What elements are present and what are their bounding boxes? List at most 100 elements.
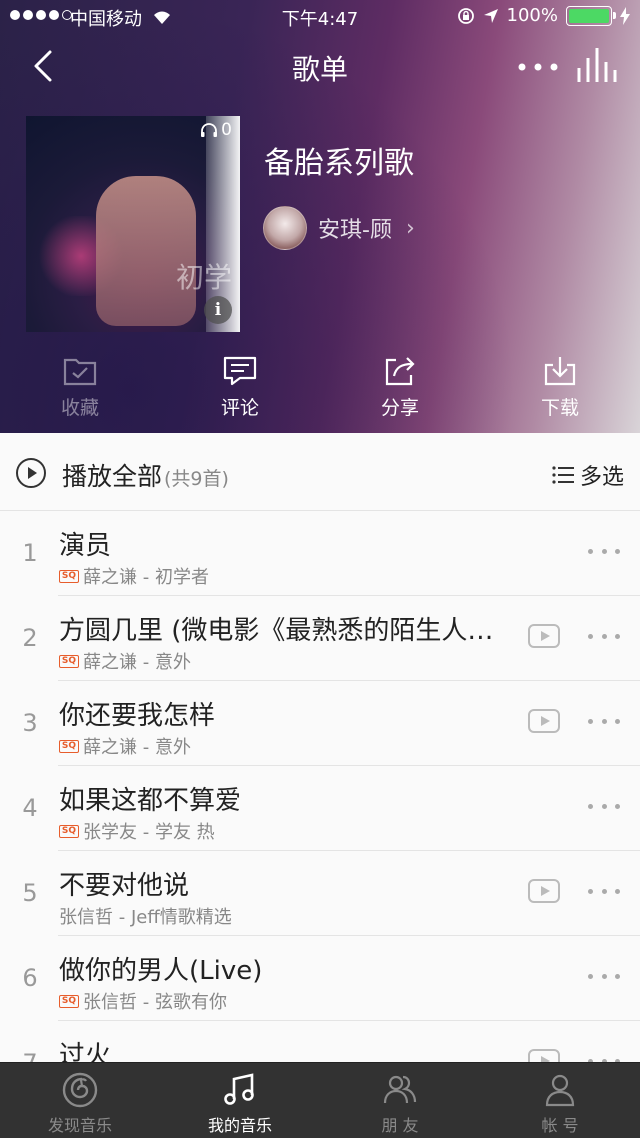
mv-play-icon[interactable] (528, 624, 560, 648)
collect-label: 收藏 (60, 397, 99, 419)
song-artist-album: 张信哲 - Jeff情歌精选 (59, 907, 232, 928)
song-title: 不要对他说 (59, 871, 190, 901)
mv-play-icon[interactable] (528, 1049, 560, 1063)
playlist-cover[interactable]: 初学 0 i (26, 116, 240, 332)
song-index: 5 (22, 879, 38, 907)
music-note-icon (224, 1073, 254, 1105)
multi-select-label: 多选 (579, 465, 624, 490)
song-list: 播放全部 (共9首) 多选 1 演员 SQ 薛之谦 - 初学者 2 方圆几里 (微电影《最熟… (0, 433, 640, 1063)
download-label: 下载 (540, 397, 579, 419)
song-artist-album: 张学友 - 学友 热 (83, 822, 215, 843)
cover-artwork-figure (96, 176, 196, 326)
download-button[interactable]: 下载 (480, 355, 640, 430)
song-more-icon[interactable] (588, 719, 620, 727)
friends-icon (383, 1075, 417, 1104)
song-subtitle: SQ 张学友 - 学友 热 (59, 818, 215, 844)
song-more-icon[interactable] (588, 804, 620, 812)
tab-account-label: 帐 号 (541, 1116, 579, 1135)
navigation-bar: 歌单 (0, 34, 640, 98)
song-artist-album: 薛之谦 - 意外 (83, 737, 191, 758)
share-label: 分享 (380, 397, 419, 419)
cover-text: 初学 (176, 261, 233, 294)
headphones-icon (201, 123, 218, 137)
tab-account[interactable]: 帐 号 (480, 1063, 640, 1138)
song-more-icon[interactable] (588, 549, 620, 557)
account-icon (545, 1074, 575, 1107)
play-circle-icon (16, 458, 46, 488)
playlist-actions: 收藏 评论 分享 下载 (0, 355, 640, 430)
orientation-lock-icon (457, 7, 474, 24)
song-subtitle: SQ 薛之谦 - 初学者 (59, 563, 209, 589)
playlist-title: 备胎系列歌 (264, 146, 414, 181)
song-row[interactable]: 6 做你的男人(Live) SQ 张信哲 - 弦歌有你 (0, 936, 640, 1021)
now-playing-icon[interactable] (575, 46, 617, 86)
tab-bar: 发现音乐 我的音乐 朋 友 帐 号 (0, 1062, 640, 1138)
tab-discover-label: 发现音乐 (47, 1116, 112, 1135)
tab-friends-label: 朋 友 (381, 1116, 419, 1135)
song-title: 方圆几里 (微电影《最熟悉的陌生人… (59, 616, 494, 646)
play-count: 0 (200, 120, 232, 140)
song-row[interactable]: 7 过火 (0, 1021, 640, 1063)
song-index: 2 (22, 624, 38, 652)
song-row[interactable]: 3 你还要我怎样 SQ 薛之谦 - 意外 (0, 681, 640, 766)
sq-quality-badge: SQ (59, 569, 79, 583)
chevron-right-icon: › (405, 215, 415, 241)
comment-label: 评论 (220, 397, 259, 419)
play-count-value: 0 (221, 120, 232, 140)
song-row[interactable]: 1 演员 SQ 薛之谦 - 初学者 (0, 511, 640, 596)
song-index: 6 (22, 964, 38, 992)
sq-quality-badge: SQ (59, 994, 79, 1008)
status-bar: 中国移动 下午4:47 100% (0, 0, 640, 34)
charging-icon (620, 6, 630, 25)
song-row[interactable]: 4 如果这都不算爱 SQ 张学友 - 学友 热 (0, 766, 640, 851)
songs-container: 1 演员 SQ 薛之谦 - 初学者 2 方圆几里 (微电影《最熟悉的陌生人… SQ 薛之谦 -… (0, 511, 640, 1063)
more-options-icon[interactable] (515, 52, 561, 82)
tab-my-music[interactable]: 我的音乐 (160, 1063, 320, 1138)
song-title: 你还要我怎样 (59, 701, 216, 731)
tab-discover-music[interactable]: 发现音乐 (0, 1063, 160, 1138)
song-more-icon[interactable] (588, 974, 620, 982)
play-all-text: 播放全部 (62, 462, 163, 491)
creator-link[interactable]: 安琪-顾 › (263, 206, 415, 250)
tab-friends[interactable]: 朋 友 (320, 1063, 480, 1138)
song-more-icon[interactable] (588, 634, 620, 642)
song-artist-album: 张信哲 - 弦歌有你 (83, 992, 227, 1013)
mv-play-icon[interactable] (528, 709, 560, 733)
song-index: 7 (22, 1049, 38, 1063)
multi-select-button[interactable]: 多选 (552, 459, 624, 491)
song-index: 4 (22, 794, 38, 822)
song-more-icon[interactable] (588, 889, 620, 897)
info-icon[interactable]: i (204, 296, 232, 324)
creator-avatar (263, 206, 307, 250)
song-subtitle: SQ 薛之谦 - 意外 (59, 733, 191, 759)
tab-my-music-label: 我的音乐 (207, 1116, 272, 1135)
song-count: (共9首) (164, 468, 229, 490)
collect-button[interactable]: 收藏 (0, 355, 160, 430)
song-row[interactable]: 2 方圆几里 (微电影《最熟悉的陌生人… SQ 薛之谦 - 意外 (0, 596, 640, 681)
list-icon (552, 466, 574, 484)
song-index: 3 (22, 709, 38, 737)
comment-icon (223, 356, 257, 386)
battery-percentage: 100% (506, 5, 558, 26)
song-subtitle: 张信哲 - Jeff情歌精选 (59, 903, 232, 929)
song-title: 过火 (59, 1041, 112, 1063)
folder-check-icon (63, 358, 97, 386)
mv-play-icon[interactable] (528, 879, 560, 903)
song-artist-album: 薛之谦 - 意外 (83, 652, 191, 673)
song-artist-album: 薛之谦 - 初学者 (83, 567, 209, 588)
location-arrow-icon (483, 8, 498, 23)
song-subtitle: SQ 张信哲 - 弦歌有你 (59, 988, 227, 1014)
share-button[interactable]: 分享 (320, 355, 480, 430)
sq-quality-badge: SQ (59, 824, 79, 838)
share-icon (385, 357, 415, 386)
battery-icon (566, 5, 616, 26)
song-index: 1 (22, 539, 38, 567)
song-row[interactable]: 5 不要对他说张信哲 - Jeff情歌精选 (0, 851, 640, 936)
netease-logo-icon (62, 1072, 98, 1108)
comment-button[interactable]: 评论 (160, 355, 320, 430)
song-title: 演员 (59, 531, 112, 561)
download-icon (544, 357, 576, 386)
sq-quality-badge: SQ (59, 739, 79, 753)
play-all-row[interactable]: 播放全部 (共9首) 多选 (0, 433, 640, 511)
song-title: 做你的男人(Live) (59, 956, 263, 986)
